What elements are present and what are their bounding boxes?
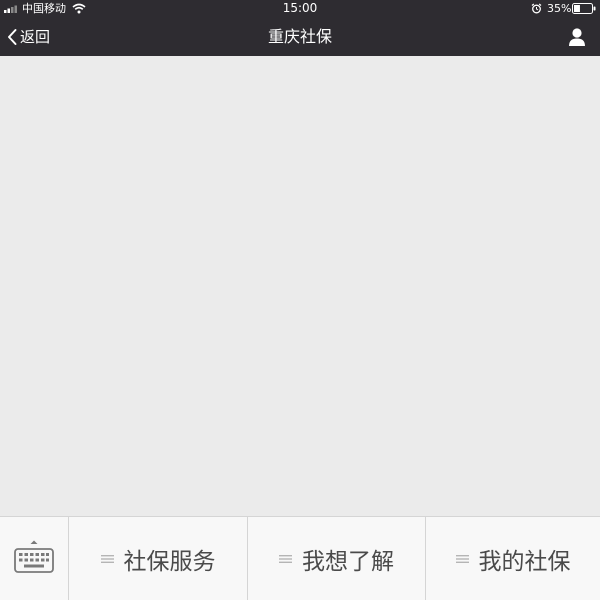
keyboard-toggle-button[interactable]: [0, 517, 69, 600]
menu-lines-icon: [100, 554, 114, 563]
person-icon[interactable]: [566, 26, 588, 48]
status-bar: 中国移动 15:00 35%: [0, 0, 600, 17]
menu-item-my-social-security[interactable]: 我的社保: [426, 517, 600, 600]
battery-icon: [572, 3, 596, 14]
menu-lines-icon: [279, 554, 292, 563]
menu-item-label: 我想了解: [302, 548, 394, 575]
menu-item-learn-more[interactable]: 我想了解: [248, 517, 426, 600]
navigation-bar: 返回 重庆社保: [0, 17, 600, 56]
bottom-menu: 社保服务 我想了解 我的社保: [0, 516, 600, 600]
status-time: 15:00: [282, 1, 318, 15]
menu-item-social-security-services[interactable]: 社保服务: [69, 517, 248, 600]
screen: 中国移动 15:00 35% 返回 重庆社保 社保服务 我想了解 我的社保: [0, 0, 600, 600]
page-title: 重庆社保: [267, 27, 332, 46]
message-area: [0, 56, 600, 516]
back-label: 返回: [20, 28, 51, 46]
menu-lines-icon: [455, 554, 469, 563]
chevron-left-icon: [8, 28, 17, 45]
menu-item-label: 我的社保: [478, 548, 571, 575]
alarm-icon: [531, 3, 542, 14]
battery-percentage: 35%: [547, 2, 572, 15]
keyboard-icon: [14, 540, 54, 573]
menu-item-label: 社保服务: [123, 548, 216, 575]
back-button[interactable]: 返回: [6, 17, 50, 56]
